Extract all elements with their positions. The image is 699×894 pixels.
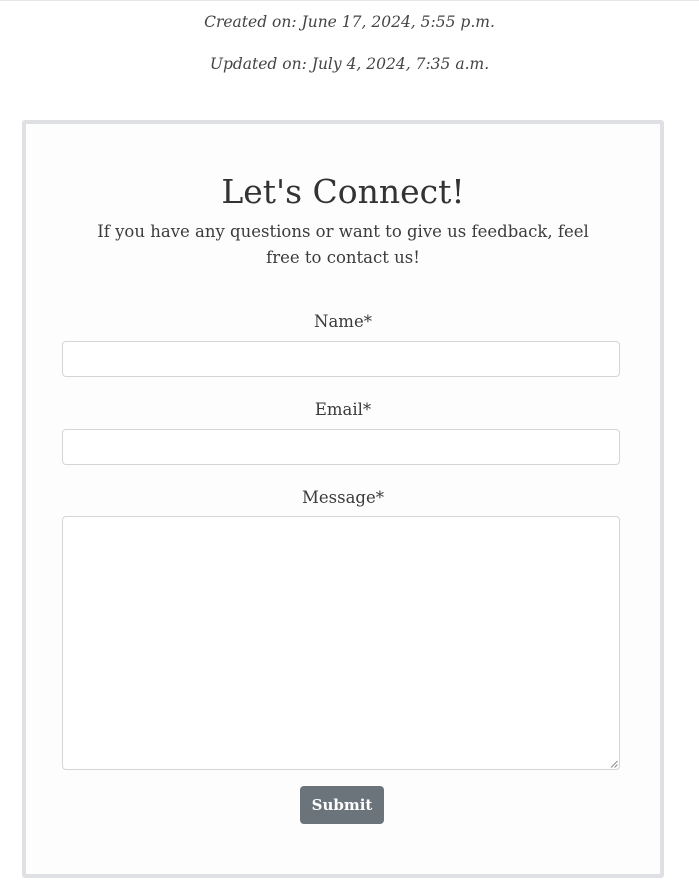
submit-button[interactable]: Submit — [300, 786, 384, 824]
email-label: Email* — [314, 400, 372, 419]
contact-subtext: If you have any questions or want to giv… — [97, 222, 589, 267]
name-label: Name* — [314, 312, 372, 331]
created-timestamp: Created on: June 17, 2024, 5:55 p.m. — [204, 13, 495, 31]
contact-form-card: Let's Connect! If you have any questions… — [22, 120, 664, 878]
top-divider — [0, 0, 699, 1]
message-label: Message* — [301, 488, 384, 507]
name-input[interactable] — [62, 341, 620, 377]
contact-heading: Let's Connect! — [221, 172, 465, 211]
message-textarea[interactable] — [62, 516, 620, 770]
email-input[interactable] — [62, 429, 620, 465]
updated-timestamp: Updated on: July 4, 2024, 7:35 a.m. — [209, 55, 490, 73]
